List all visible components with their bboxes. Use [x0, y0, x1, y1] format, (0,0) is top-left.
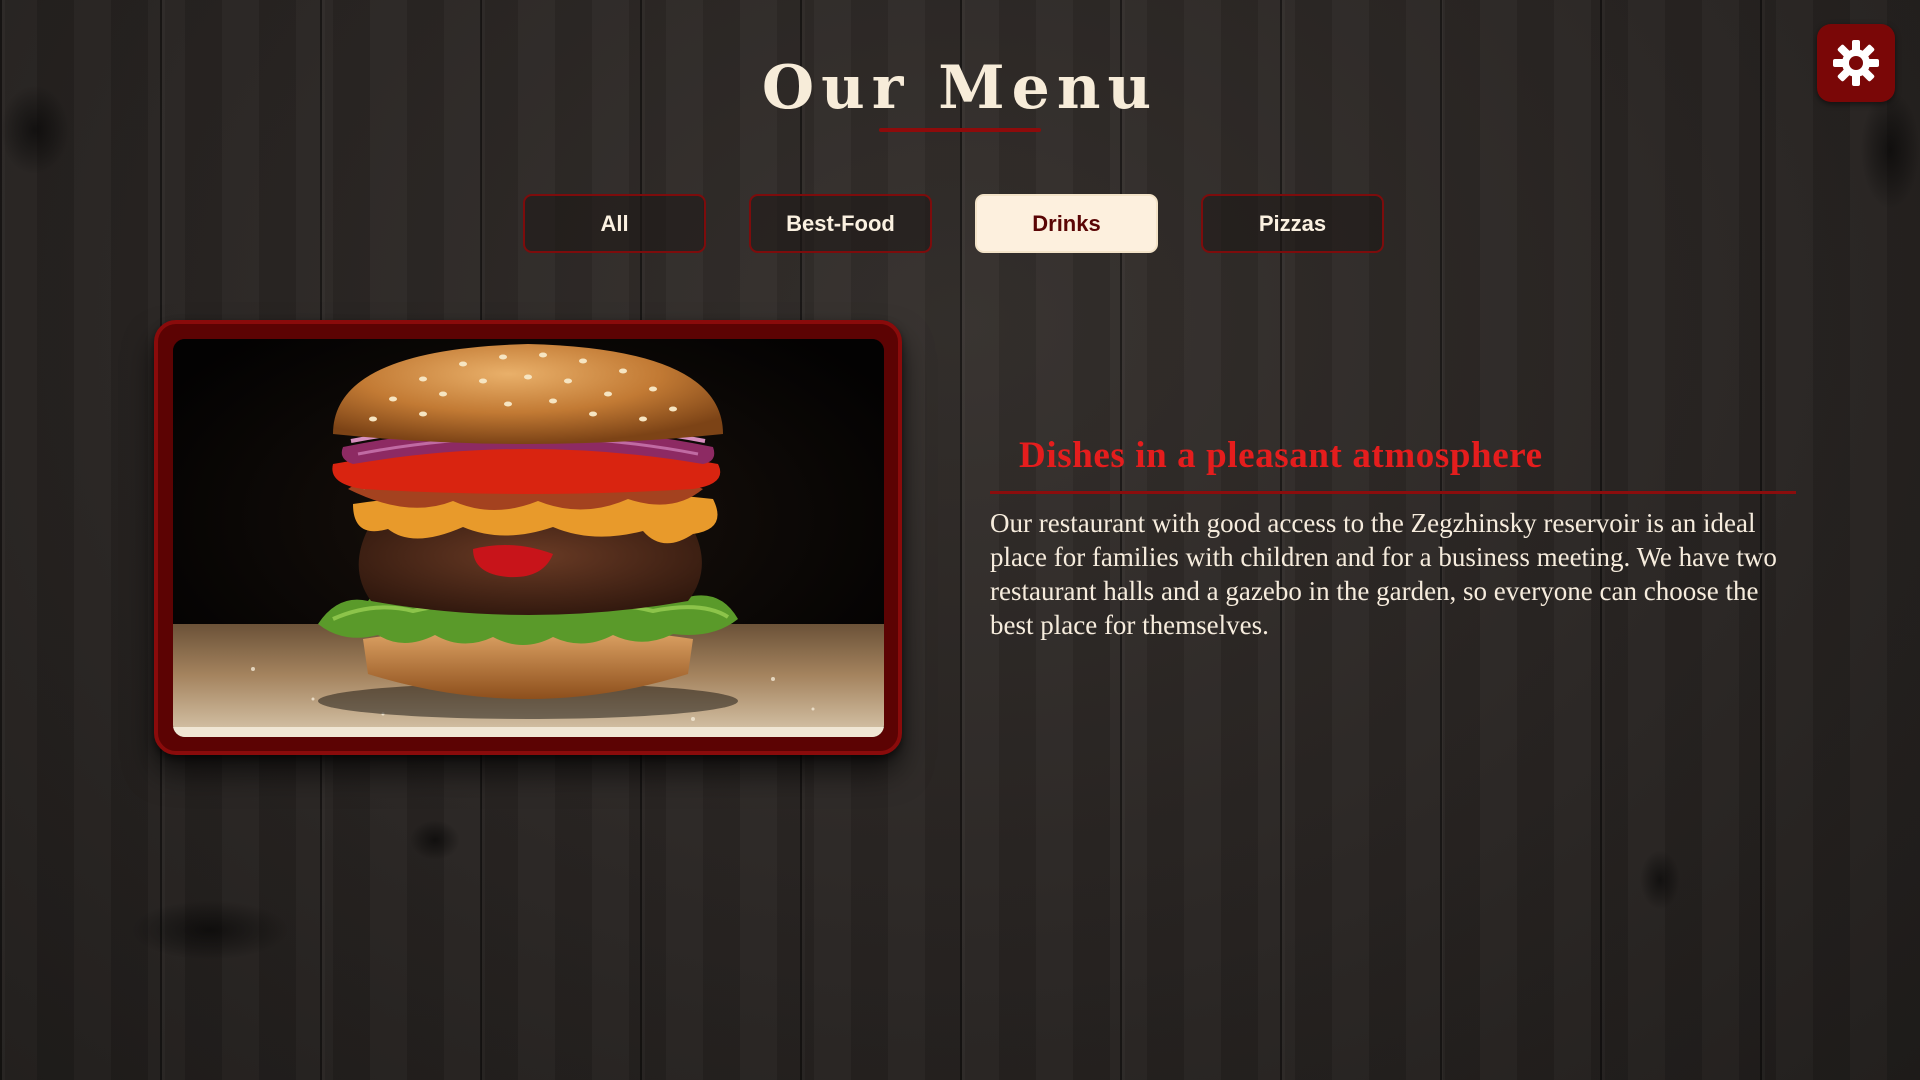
tab-all[interactable]: All — [523, 194, 706, 253]
settings-button[interactable] — [1817, 24, 1895, 102]
category-tabs: All Best-Food Drinks Pizzas — [523, 194, 1384, 253]
wood-knot — [410, 820, 460, 860]
wood-knot — [130, 900, 290, 960]
title-wrap: Our Menu — [0, 58, 1920, 118]
tab-best-food[interactable]: Best-Food — [749, 194, 932, 253]
section-heading: Dishes in a pleasant atmosphere — [1019, 435, 1543, 476]
section-description: Our restaurant with good access to the Z… — [990, 508, 1777, 640]
tab-pizzas[interactable]: Pizzas — [1201, 194, 1384, 253]
tab-drinks[interactable]: Drinks — [975, 194, 1158, 253]
burger-photo — [173, 339, 884, 737]
featured-image-frame — [154, 320, 902, 755]
wood-knot — [1640, 850, 1680, 910]
heading-divider — [990, 491, 1796, 494]
title-underline — [879, 128, 1041, 132]
page-title: Our Menu — [761, 53, 1159, 123]
gear-icon — [1833, 40, 1879, 86]
